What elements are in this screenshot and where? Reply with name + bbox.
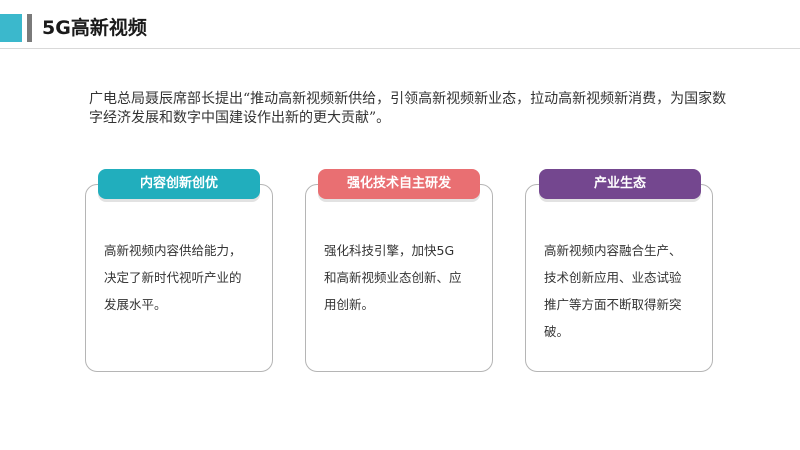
card-industry-ecosystem: 高新视频内容融合生产、 技术创新应用、业态试验 推广等方面不断取得新突 破。 <box>525 184 713 372</box>
card-line: 推广等方面不断取得新突 <box>544 297 682 312</box>
card-line: 用创新。 <box>324 297 375 312</box>
card-tech-rd: 强化科技引擎，加快5G 和高新视频业态创新、应 用创新。 <box>305 184 493 372</box>
card-title-industry-ecosystem: 产业生态 <box>539 169 701 199</box>
card-title-tech-rd: 强化技术自主研发 <box>318 169 480 199</box>
intro-paragraph: 广电总局聂辰席部长提出“推动高新视频新供给，引领高新视频新业态，拉动高新视频新消… <box>89 91 727 126</box>
card-line: 高新视频内容供给能力， <box>104 243 242 258</box>
card-line: 和高新视频业态创新、应 <box>324 270 462 285</box>
card-line: 技术创新应用、业态试验 <box>544 270 682 285</box>
page-title: 5G高新视频 <box>42 17 147 39</box>
card-line: 强化科技引擎，加快5G <box>324 243 455 258</box>
title-bar: 5G高新视频 <box>0 14 800 42</box>
title-accent-line <box>27 14 32 42</box>
card-title-content-innovation: 内容创新创优 <box>98 169 260 199</box>
card-body: 强化科技引擎，加快5G 和高新视频业态创新、应 用创新。 <box>324 237 480 318</box>
card-line: 破。 <box>544 324 570 339</box>
title-divider <box>0 48 800 49</box>
card-content-innovation: 高新视频内容供给能力， 决定了新时代视听产业的 发展水平。 <box>85 184 273 372</box>
card-line: 决定了新时代视听产业的 <box>104 270 242 285</box>
card-body: 高新视频内容供给能力， 决定了新时代视听产业的 发展水平。 <box>104 237 260 318</box>
card-line: 高新视频内容融合生产、 <box>544 243 682 258</box>
card-body: 高新视频内容融合生产、 技术创新应用、业态试验 推广等方面不断取得新突 破。 <box>544 237 700 345</box>
title-accent-block <box>0 14 22 42</box>
card-line: 发展水平。 <box>104 297 167 312</box>
